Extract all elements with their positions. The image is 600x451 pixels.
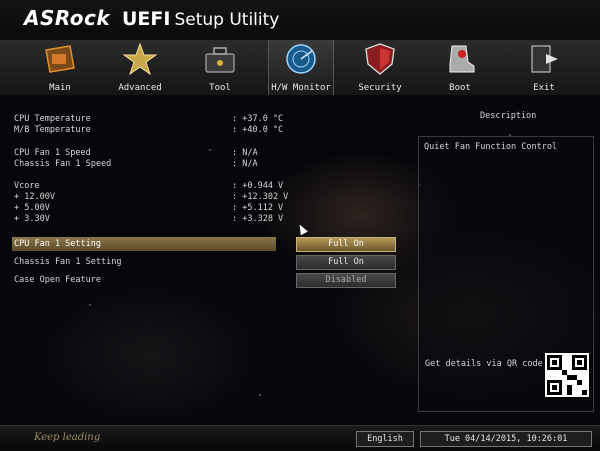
tab-exit-label: Exit bbox=[533, 83, 555, 93]
title-rest: Setup Utility bbox=[174, 10, 280, 30]
qr-label: Get details via QR code bbox=[425, 359, 543, 369]
shield-icon bbox=[365, 43, 395, 75]
vcore-value: : +0.944 V bbox=[232, 181, 284, 191]
asrock-logo: ASRock bbox=[24, 6, 111, 30]
tab-advanced[interactable]: Advanced bbox=[108, 40, 172, 95]
case-open-feature-label: Case Open Feature bbox=[14, 275, 101, 285]
v33-value: : +3.328 V bbox=[232, 214, 284, 224]
main-nav: Main Advanced Tool H/W Monitor Security bbox=[0, 40, 600, 96]
tab-hw-monitor[interactable]: H/W Monitor bbox=[268, 40, 334, 95]
v12-value: : +12.302 V bbox=[232, 192, 289, 202]
title-bold: UEFI bbox=[122, 8, 171, 30]
v12-label: + 12.00V bbox=[14, 192, 55, 202]
mb-temperature-value: : +40.0 °C bbox=[232, 125, 284, 135]
cpu-fan-setting-row[interactable]: CPU Fan 1 Setting bbox=[12, 237, 276, 251]
footer-bar: Keep leading English Tue 04/14/2015, 10:… bbox=[0, 425, 600, 451]
v5-label: + 5.00V bbox=[14, 203, 50, 213]
tab-main[interactable]: Main bbox=[28, 40, 92, 95]
description-heading: Description bbox=[480, 111, 537, 121]
qr-code-icon[interactable] bbox=[545, 353, 589, 397]
tab-exit[interactable]: Exit bbox=[512, 40, 576, 95]
tab-security[interactable]: Security bbox=[348, 40, 412, 95]
tab-boot-label: Boot bbox=[449, 83, 471, 93]
datetime-display: Tue 04/14/2015, 10:26:01 bbox=[420, 431, 592, 447]
toolbox-icon bbox=[205, 47, 235, 73]
v5-value: : +5.112 V bbox=[232, 203, 284, 213]
description-text: Quiet Fan Function Control bbox=[424, 142, 558, 152]
tab-tool[interactable]: Tool bbox=[188, 40, 252, 95]
boot-icon bbox=[449, 45, 475, 73]
cpu-fan-setting-dropdown[interactable]: Full On bbox=[296, 237, 396, 252]
cpu-temperature-label: CPU Temperature bbox=[14, 114, 91, 124]
v33-label: + 3.30V bbox=[14, 214, 50, 224]
tab-hw-monitor-label: H/W Monitor bbox=[271, 83, 331, 93]
cpu-fan-speed-label: CPU Fan 1 Speed bbox=[14, 148, 91, 158]
tab-main-label: Main bbox=[49, 83, 71, 93]
chassis-fan-setting-dropdown[interactable]: Full On bbox=[296, 255, 396, 270]
chassis-fan-speed-value: : N/A bbox=[232, 159, 258, 169]
main-icon bbox=[45, 45, 75, 73]
chassis-fan-setting-label: Chassis Fan 1 Setting bbox=[14, 257, 122, 267]
tab-tool-label: Tool bbox=[209, 83, 231, 93]
vcore-label: Vcore bbox=[14, 181, 40, 191]
case-open-feature-row[interactable]: Case Open Feature bbox=[12, 273, 276, 287]
cpu-fan-setting-label: CPU Fan 1 Setting bbox=[14, 239, 101, 249]
exit-icon bbox=[531, 45, 558, 73]
mb-temperature-label: M/B Temperature bbox=[14, 125, 91, 135]
case-open-feature-dropdown[interactable]: Disabled bbox=[296, 273, 396, 288]
tab-advanced-label: Advanced bbox=[118, 83, 162, 93]
language-button[interactable]: English bbox=[356, 431, 414, 447]
tab-security-label: Security bbox=[358, 83, 402, 93]
tab-boot[interactable]: Boot bbox=[428, 40, 492, 95]
cpu-temperature-value: : +37.0 °C bbox=[232, 114, 284, 124]
app-title: UEFI Setup Utility bbox=[122, 8, 279, 30]
star-icon bbox=[122, 42, 158, 76]
description-panel: Quiet Fan Function Control Get details v… bbox=[418, 136, 594, 412]
chassis-fan-speed-label: Chassis Fan 1 Speed bbox=[14, 159, 112, 169]
radar-icon bbox=[286, 44, 316, 74]
slogan-text: Keep leading bbox=[34, 432, 101, 443]
chassis-fan-setting-row[interactable]: Chassis Fan 1 Setting bbox=[12, 255, 276, 269]
header-bar: ASRock UEFI Setup Utility bbox=[0, 0, 600, 40]
cpu-fan-speed-value: : N/A bbox=[232, 148, 258, 158]
